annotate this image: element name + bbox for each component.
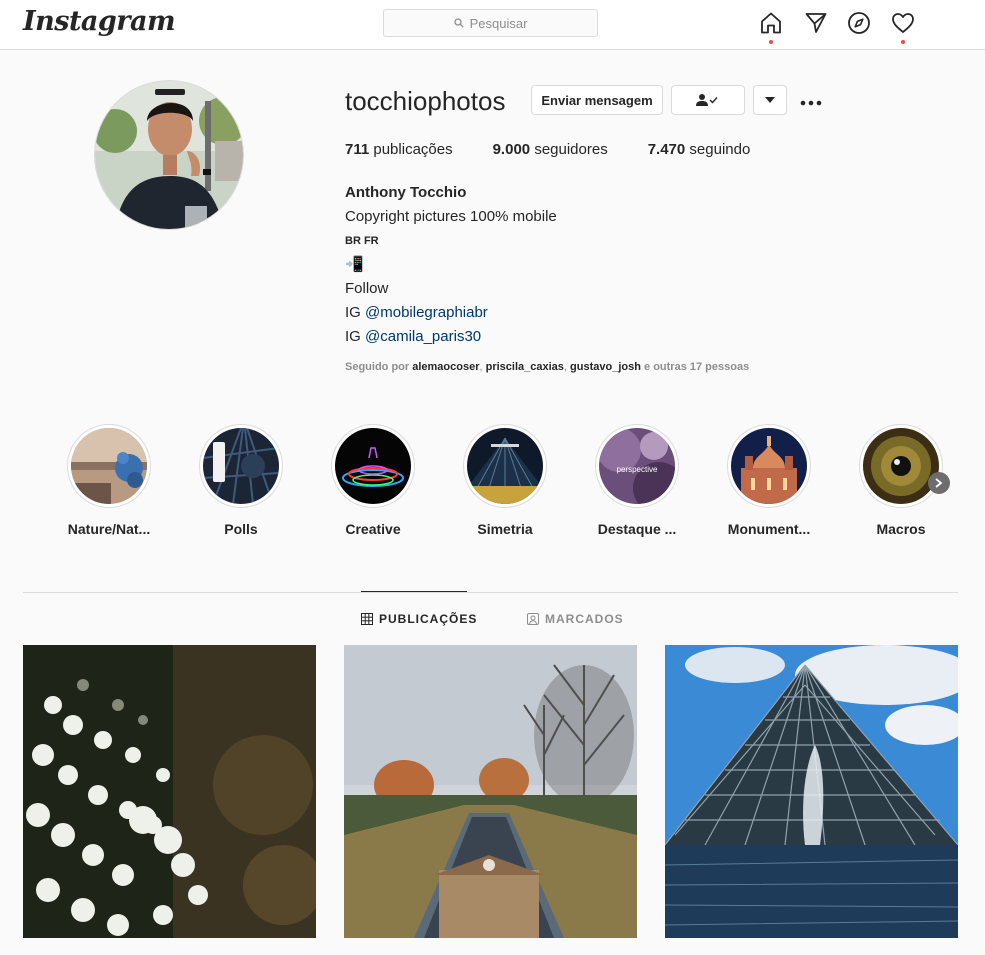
highlight-thumbnail	[863, 428, 939, 504]
instagram-logo[interactable]: Instagram	[23, 6, 176, 37]
search-input[interactable]: Pesquisar	[383, 9, 598, 37]
highlights-next-arrow-icon[interactable]	[928, 472, 950, 494]
following-button[interactable]	[671, 85, 745, 115]
story-highlight[interactable]: Destaque ...	[587, 424, 687, 537]
post-thumbnail[interactable]	[344, 645, 637, 938]
bio-line: Copyright pictures 100% mobile	[345, 208, 557, 225]
highlight-thumbnail	[731, 428, 807, 504]
story-highlight[interactable]: Nature/Nat...	[59, 424, 159, 537]
activity-notification-dot	[901, 40, 905, 44]
tab-posts[interactable]: PUBLICAÇÕES	[361, 612, 477, 626]
search-placeholder: Pesquisar	[469, 15, 528, 31]
highlight-thumbnail	[71, 428, 147, 504]
highlight-thumbnail	[203, 428, 279, 504]
following-count[interactable]: 7.470 seguindo	[648, 141, 751, 158]
followed-by[interactable]: Seguido por alemaocoser, priscila_caxias…	[345, 361, 749, 373]
home-notification-dot	[769, 40, 773, 44]
highlight-thumbnail	[467, 428, 543, 504]
story-highlight[interactable]: Polls	[191, 424, 291, 537]
profile-avatar[interactable]	[94, 80, 244, 230]
explore-icon[interactable]	[847, 11, 871, 35]
suggested-accounts-dropdown[interactable]	[753, 85, 787, 115]
highlight-overlay-text: perspective	[616, 465, 658, 474]
tabs-divider	[23, 592, 958, 593]
bio-ig-line-2: IG @camila_paris30	[345, 328, 482, 345]
activity-heart-icon[interactable]	[891, 11, 915, 35]
chevron-down-icon	[765, 97, 775, 103]
tab-tagged[interactable]: MARCADOS	[527, 612, 624, 626]
mention-link-camila-paris30[interactable]: @camila_paris30	[365, 328, 481, 345]
direct-messages-icon[interactable]	[804, 11, 828, 35]
tagged-user-icon	[527, 613, 539, 625]
profile-stats: 711 publicações 9.000 seguidores 7.470 s…	[345, 141, 790, 158]
send-message-button[interactable]: Enviar mensagem	[531, 85, 663, 115]
user-check-icon	[696, 94, 718, 106]
grid-icon	[361, 613, 373, 625]
bio-emoji: 📲	[345, 256, 364, 273]
story-highlight[interactable]: Creative	[323, 424, 423, 537]
mention-link-mobilegraphiabr[interactable]: @mobilegraphiabr	[365, 304, 488, 321]
top-navigation-bar: Instagram Pesquisar	[0, 0, 985, 50]
profile-username: tocchiophotos	[345, 86, 506, 116]
post-thumbnail[interactable]	[665, 645, 958, 938]
posts-count: 711 publicações	[345, 141, 453, 158]
post-thumbnail[interactable]	[23, 645, 316, 938]
followers-count[interactable]: 9.000 seguidores	[493, 141, 608, 158]
home-icon[interactable]	[759, 11, 783, 35]
more-options-icon[interactable]	[800, 90, 822, 108]
bio-follow: Follow	[345, 280, 389, 297]
bio-ig-line-1: IG @mobilegraphiabr	[345, 304, 488, 321]
bio-flags: BR FR	[345, 235, 379, 247]
story-highlight[interactable]: Simetria	[455, 424, 555, 537]
profile-bio: Anthony Tocchio Copyright pictures 100% …	[345, 181, 557, 349]
story-highlight[interactable]: Monument...	[719, 424, 819, 537]
active-tab-indicator	[361, 591, 467, 592]
profile-full-name: Anthony Tocchio	[345, 184, 467, 201]
search-icon	[453, 18, 464, 28]
highlight-thumbnail	[335, 428, 411, 504]
